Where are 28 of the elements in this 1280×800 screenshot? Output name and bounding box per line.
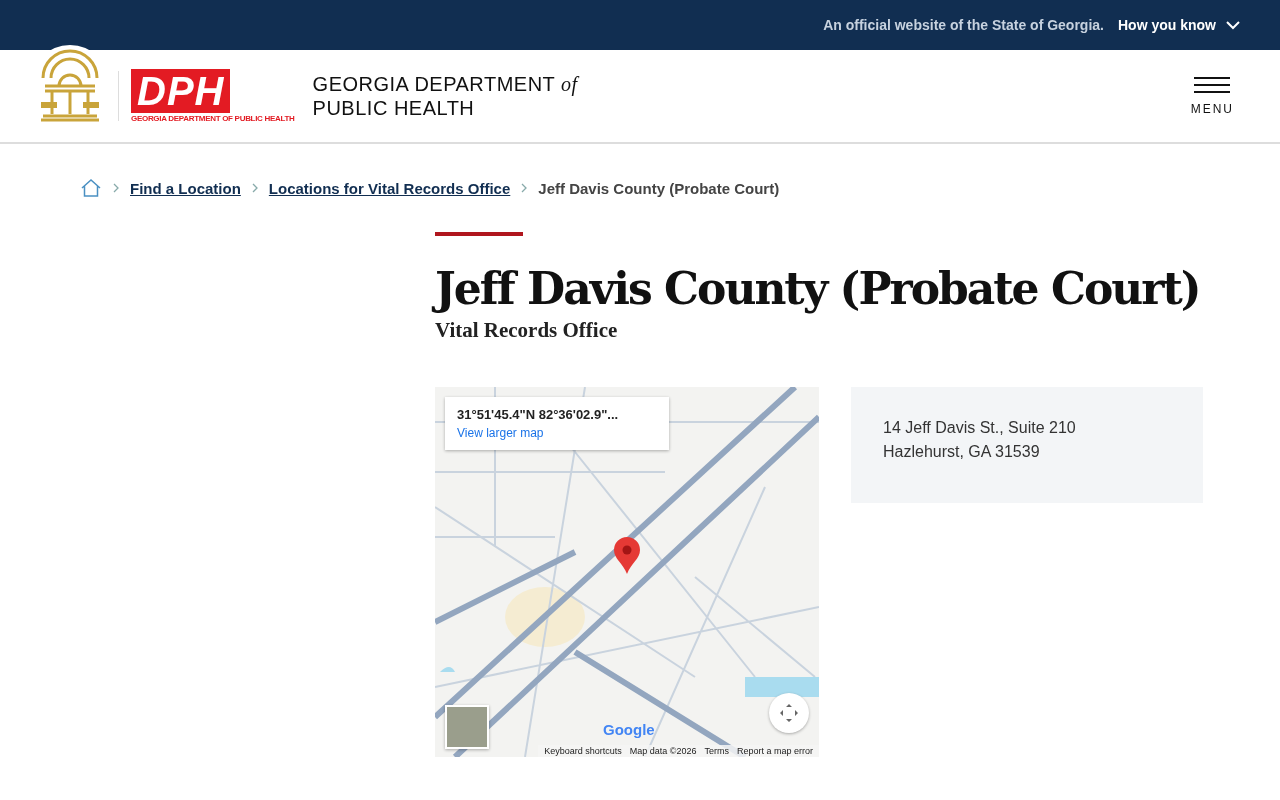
chevron-icon xyxy=(112,183,120,193)
breadcrumb-link[interactable]: Locations for Vital Records Office xyxy=(268,179,511,197)
how-you-know-button[interactable]: How you know xyxy=(1118,17,1240,33)
address-line: 14 Jeff Davis St., Suite 210 xyxy=(883,419,1077,437)
menu-button[interactable]: MENU xyxy=(1184,75,1240,117)
view-larger-map-link[interactable]: View larger map xyxy=(457,426,657,440)
chevron-icon xyxy=(250,183,259,193)
breadcrumb-link[interactable]: Find a Location xyxy=(130,179,241,197)
map-pin-icon xyxy=(613,537,641,575)
map-provider-logo: Google xyxy=(603,721,655,738)
banner-text: An official website of the State of Georgia. xyxy=(823,17,1104,33)
home-icon[interactable] xyxy=(80,178,102,198)
expand-icon xyxy=(779,703,799,723)
coordinates-text: 31°51'45.4"N 82°36'02.9"... xyxy=(457,407,620,422)
satellite-thumbnail[interactable] xyxy=(445,705,489,749)
map-footer-link[interactable]: Report a map error xyxy=(736,746,813,756)
map-footer-link[interactable]: Terms xyxy=(704,746,729,756)
chevron-icon xyxy=(1226,20,1240,30)
site-title[interactable]: GEORGIA DEPARTMENT of PUBLIC HEALTH xyxy=(312,72,578,120)
menu-icon xyxy=(1193,76,1232,94)
map-footer-link[interactable]: Keyboard shortcuts xyxy=(544,746,622,756)
breadcrumb-current: Jeff Davis County (Probate Court) xyxy=(538,179,780,197)
dph-logo[interactable]: DPH GEORGIA DEPARTMENT OF PUBLIC HEALTH xyxy=(131,69,295,123)
address-line: Hazlehurst, GA 31539 xyxy=(883,443,1041,461)
page-subtitle: Vital Records Office xyxy=(435,318,619,343)
map-footer-link[interactable]: Map data ©2026 xyxy=(629,746,697,756)
map-panel[interactable]: 31°51'45.4"N 82°36'02.9"... View larger map Google Keyboard shortcuts Map data ©2026 Terms Report a map error xyxy=(435,387,819,757)
chevron-icon xyxy=(520,183,529,193)
